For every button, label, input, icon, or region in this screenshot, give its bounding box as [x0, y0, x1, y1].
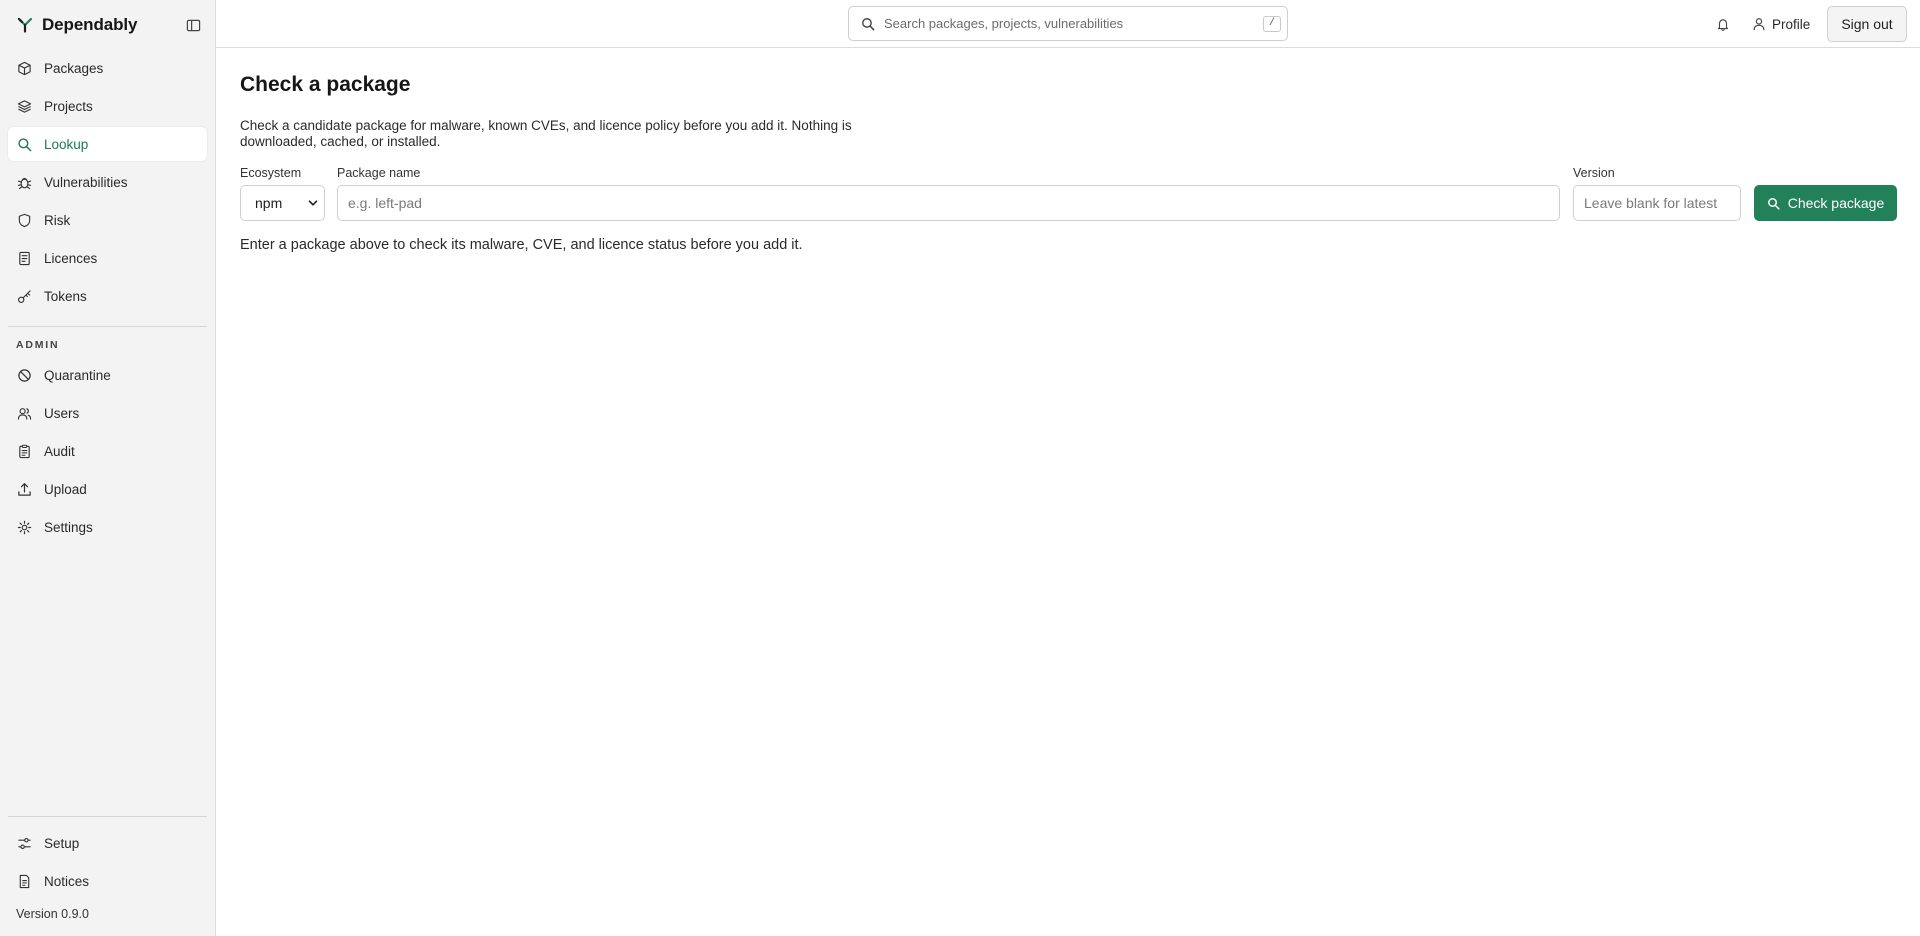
sidebar-item-label: Settings — [44, 519, 93, 535]
layers-icon — [17, 99, 32, 113]
file-icon — [19, 874, 30, 888]
sidebar-item-users[interactable]: Users — [8, 396, 207, 430]
user-icon — [1753, 18, 1765, 31]
sidebar-item-lookup[interactable]: Lookup — [8, 127, 207, 161]
version-label: Version — [1573, 166, 1615, 180]
search-shortcut-hint: / — [1263, 15, 1281, 32]
sidebar-item-label: Notices — [44, 873, 90, 889]
sidebar-item-label: Licences — [44, 250, 98, 266]
sidebar-item-risk[interactable]: Risk — [8, 203, 207, 237]
search-icon — [1767, 197, 1780, 210]
sidebar-item-label: Upload — [44, 481, 87, 497]
upload-icon — [18, 482, 31, 496]
page-title: Check a package — [240, 73, 411, 96]
admin-section-label: ADMIN — [16, 339, 60, 351]
sidebar-item-notices[interactable]: Notices — [8, 864, 207, 898]
sidebar-item-label: Audit — [44, 443, 75, 459]
sidebar-item-label: Packages — [44, 60, 104, 76]
sidebar-item-label: Projects — [44, 98, 93, 114]
sidebar-item-upload[interactable]: Upload — [8, 472, 207, 506]
gear-icon — [17, 520, 32, 534]
search-icon — [862, 17, 875, 30]
sidebar-divider — [8, 816, 207, 817]
package-name-input[interactable] — [337, 185, 1560, 221]
search-input[interactable] — [884, 16, 1254, 31]
sign-out-button[interactable]: Sign out — [1827, 6, 1907, 42]
sidebar-item-settings[interactable]: Settings — [8, 510, 207, 544]
app-version: Version 0.9.0 — [16, 907, 89, 921]
sidebar-item-label: Tokens — [44, 288, 87, 304]
document-icon — [19, 251, 30, 265]
sidebar-item-licences[interactable]: Licences — [8, 241, 207, 275]
sidebar: Dependably Packages Projects Lookup Vuln… — [0, 0, 216, 936]
version-input[interactable] — [1573, 185, 1741, 221]
app-name: Dependably — [42, 15, 138, 34]
sidebar-item-projects[interactable]: Projects — [8, 89, 207, 123]
shield-icon — [18, 213, 31, 227]
chevron-down-icon — [308, 200, 318, 206]
logo-icon — [16, 16, 34, 34]
topbar: / Profile Sign out — [216, 0, 1920, 48]
bottom-nav: Setup Notices — [8, 826, 207, 902]
sidebar-item-label: Setup — [44, 835, 80, 851]
sliders-icon — [18, 837, 31, 849]
package-icon — [18, 61, 31, 75]
global-search[interactable]: / — [848, 6, 1288, 41]
package-name-label: Package name — [337, 166, 421, 180]
sidebar-item-label: Risk — [44, 212, 71, 228]
sidebar-item-quarantine[interactable]: Quarantine — [8, 358, 207, 392]
sidebar-item-audit[interactable]: Audit — [8, 434, 207, 468]
clipboard-icon — [19, 444, 30, 458]
sidebar-item-tokens[interactable]: Tokens — [8, 279, 207, 313]
check-package-button[interactable]: Check package — [1754, 185, 1897, 221]
main-nav: Packages Projects Lookup Vulnerabilities… — [8, 51, 207, 317]
notifications-bell-icon[interactable] — [1713, 14, 1733, 34]
empty-state-hint: Enter a package above to check its malwa… — [240, 237, 803, 253]
sidebar-item-vulnerabilities[interactable]: Vulnerabilities — [8, 165, 207, 199]
users-icon — [17, 407, 32, 420]
profile-label: Profile — [1772, 16, 1811, 32]
sidebar-item-label: Vulnerabilities — [44, 174, 128, 190]
sidebar-item-packages[interactable]: Packages — [8, 51, 207, 85]
sidebar-divider — [8, 326, 207, 327]
brand[interactable]: Dependably — [16, 13, 137, 37]
ban-icon — [18, 368, 31, 382]
sidebar-item-label: Quarantine — [44, 367, 111, 383]
sidebar-item-label: Lookup — [44, 136, 89, 152]
sidebar-item-setup[interactable]: Setup — [8, 826, 207, 860]
admin-nav: Quarantine Users Audit Upload Settings — [8, 358, 207, 548]
profile-button[interactable]: Profile — [1752, 12, 1810, 36]
ecosystem-label: Ecosystem — [240, 166, 302, 180]
page-description: Check a candidate package for malware, k… — [240, 118, 852, 149]
check-package-label: Check package — [1787, 195, 1885, 211]
ecosystem-selected-value: npm — [255, 195, 283, 211]
search-icon — [18, 137, 32, 151]
bug-icon — [17, 177, 32, 189]
key-icon — [18, 289, 31, 303]
sidebar-toggle-icon[interactable] — [183, 15, 203, 35]
sidebar-item-label: Users — [44, 405, 80, 421]
ecosystem-select[interactable]: npm — [240, 185, 325, 221]
